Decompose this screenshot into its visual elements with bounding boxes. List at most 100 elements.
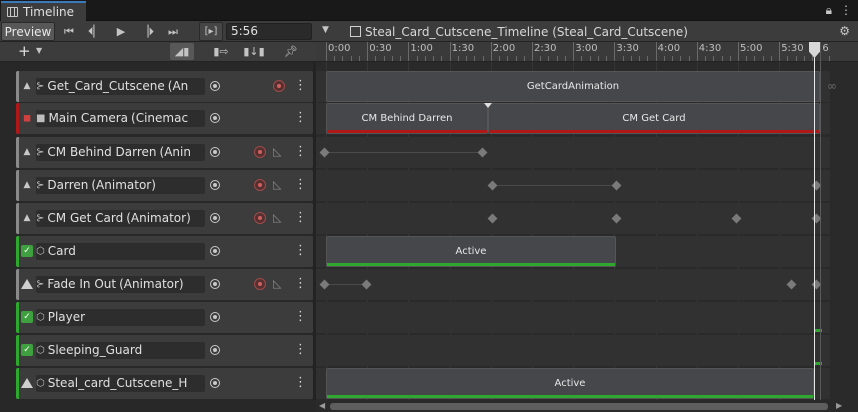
cinemachine-icon[interactable]: ◼ bbox=[20, 111, 34, 125]
track-menu-icon[interactable]: ⋮ bbox=[294, 144, 307, 160]
track-header[interactable]: ✓ ⬡ Sleeping_Guard ⋮ bbox=[16, 335, 313, 366]
lock-icon[interactable]: 🔒︎ bbox=[826, 3, 832, 18]
ruler-tick-label: 4:00 bbox=[657, 43, 681, 54]
pin-icon[interactable]: 📌︎ bbox=[279, 43, 303, 60]
scroll-left-icon[interactable]: ◀ bbox=[319, 401, 325, 410]
animation-track-icon[interactable]: ▲ bbox=[20, 145, 34, 159]
curves-icon[interactable]: ◺ bbox=[273, 146, 285, 158]
record-icon[interactable] bbox=[254, 146, 266, 158]
track-lane[interactable] bbox=[316, 269, 830, 300]
activation-clip[interactable]: Active bbox=[326, 236, 616, 267]
track-enabled-checkbox[interactable]: ✓ bbox=[20, 244, 34, 258]
track-header[interactable]: ▲ ⊱ CM Get Card (Animator) ◺ ⋮ bbox=[16, 203, 313, 234]
horizontal-scrollbar[interactable]: ◀ ▶ bbox=[316, 400, 858, 412]
track-lane[interactable] bbox=[316, 203, 830, 234]
binding-object-icon: ⬡ bbox=[36, 345, 45, 356]
object-picker-icon[interactable] bbox=[210, 279, 220, 289]
animation-track-icon[interactable]: ▲ bbox=[20, 178, 34, 192]
record-icon[interactable] bbox=[254, 278, 266, 290]
track-lane[interactable] bbox=[316, 335, 830, 366]
track-header[interactable]: ▲ ⊱ CM Behind Darren (Anin ◺ ⋮ bbox=[16, 137, 313, 168]
time-ruler[interactable]: 0:00 0:30 1:00 1:30 2:00 2:30 3:00 3:30 4:00 4:30… bbox=[316, 42, 830, 62]
timeline-clip-area[interactable]: GetCardAnimation CM Behind Darren CM Get C… bbox=[316, 62, 830, 400]
record-icon[interactable] bbox=[273, 80, 285, 92]
timeline-asset-selector[interactable]: Steal_Card_Cutscene_Timeline (Steal_Card… bbox=[350, 22, 688, 41]
track-header[interactable]: ✓ ⬡ Card ⋮ bbox=[16, 236, 313, 267]
object-picker-icon[interactable] bbox=[210, 345, 220, 355]
track-menu-icon[interactable]: ⋮ bbox=[294, 342, 307, 358]
curves-icon[interactable]: ◺ bbox=[273, 278, 285, 290]
asset-dropdown-icon[interactable]: ▼ bbox=[322, 25, 329, 35]
record-icon[interactable] bbox=[254, 212, 266, 224]
cinemachine-clip[interactable]: CM Behind Darren bbox=[326, 103, 488, 134]
track-menu-icon[interactable]: ⋮ bbox=[294, 276, 307, 292]
ripple-mode-icon[interactable]: ▮⇨ bbox=[209, 43, 233, 60]
animation-track-icon[interactable]: ▲ bbox=[20, 211, 34, 225]
ruler-minor-tick bbox=[729, 56, 731, 61]
playhead-line[interactable] bbox=[814, 42, 815, 400]
object-picker-icon[interactable] bbox=[210, 147, 220, 157]
scrollbar-thumb[interactable] bbox=[330, 403, 828, 410]
track-lane[interactable] bbox=[316, 302, 830, 333]
go-to-start-icon[interactable]: ⏮ bbox=[57, 22, 81, 41]
clip-status-bar bbox=[327, 263, 615, 266]
previous-frame-icon[interactable]: ⏴▏ bbox=[83, 22, 107, 41]
object-picker-icon[interactable] bbox=[210, 312, 220, 322]
track-header[interactable]: ⊱ Fade In Out (Animator) ◺ ⋮ bbox=[16, 269, 313, 300]
track-header[interactable]: ✓ ⬡ Player ⋮ bbox=[16, 302, 313, 333]
track-header[interactable]: ◼ ■ Main Camera (Cinemac ⋮ bbox=[16, 103, 313, 134]
object-picker-icon[interactable] bbox=[210, 246, 220, 256]
track-color-stripe bbox=[16, 269, 19, 300]
object-picker-icon[interactable] bbox=[210, 180, 220, 190]
object-picker-icon[interactable] bbox=[210, 213, 220, 223]
object-picker-icon[interactable] bbox=[210, 378, 220, 388]
current-time-field[interactable]: 5:56 bbox=[226, 23, 312, 40]
ruler-major-tick bbox=[614, 42, 616, 61]
track-header[interactable]: ▲ ⊱ Darren (Animator) ◺ ⋮ bbox=[16, 170, 313, 201]
cinemachine-clip[interactable]: CM Get Card bbox=[488, 103, 820, 134]
track-menu-icon[interactable]: ⋮ bbox=[294, 177, 307, 193]
animation-track-icon[interactable] bbox=[20, 376, 34, 390]
track-enabled-checkbox[interactable]: ✓ bbox=[20, 310, 34, 324]
curves-icon[interactable]: ◺ bbox=[273, 179, 285, 191]
add-track-button[interactable]: + bbox=[18, 43, 31, 60]
object-picker-icon[interactable] bbox=[210, 81, 220, 91]
record-icon[interactable] bbox=[254, 179, 266, 191]
ruler-minor-tick bbox=[457, 56, 459, 61]
preview-button[interactable]: Preview bbox=[1, 22, 55, 41]
ruler-major-tick bbox=[490, 42, 492, 61]
gear-icon[interactable]: ⚙ bbox=[839, 24, 850, 38]
track-menu-icon[interactable]: ⋮ bbox=[294, 243, 307, 259]
track-menu-icon[interactable]: ⋮ bbox=[294, 110, 307, 126]
activation-clip[interactable]: Active bbox=[326, 368, 814, 399]
ruler-minor-tick bbox=[647, 56, 649, 61]
animation-clip[interactable]: GetCardAnimation bbox=[326, 71, 820, 102]
keyframe-line bbox=[492, 185, 616, 186]
track-menu-icon[interactable]: ⋮ bbox=[294, 309, 307, 325]
ruler-minor-tick bbox=[424, 56, 426, 61]
track-header[interactable]: ⬡ Steal_card_Cutscene_H ⋮ bbox=[16, 368, 313, 399]
track-menu-icon[interactable]: ⋮ bbox=[294, 78, 307, 94]
track-enabled-checkbox[interactable]: ✓ bbox=[20, 343, 34, 357]
ruler-minor-tick bbox=[400, 56, 402, 61]
play-icon[interactable]: ▶ bbox=[109, 22, 133, 41]
chevron-down-icon[interactable]: ▼ bbox=[36, 46, 42, 55]
curves-icon[interactable]: ◺ bbox=[273, 212, 285, 224]
replace-mode-icon[interactable]: ▮↓▮ bbox=[242, 43, 266, 60]
next-frame-icon[interactable]: ▕⏵ bbox=[135, 22, 159, 41]
track-menu-icon[interactable]: ⋮ bbox=[294, 210, 307, 226]
track-header[interactable]: ▲ ⊱ Get_Card_Cutscene (An ⋮ bbox=[16, 71, 313, 102]
ruler-tick-label: 5:00 bbox=[740, 43, 763, 54]
track-binding-type: (Animator) bbox=[91, 178, 156, 192]
clip-edit-mode-icon[interactable]: ◢▮ bbox=[170, 43, 194, 60]
timeline-tab[interactable]: Timeline bbox=[1, 1, 86, 21]
animation-track-icon[interactable]: ▲ bbox=[20, 79, 34, 93]
object-picker-icon[interactable] bbox=[210, 113, 220, 123]
animation-track-icon[interactable] bbox=[20, 277, 34, 291]
track-menu-icon[interactable]: ⋮ bbox=[294, 375, 307, 391]
scroll-right-icon[interactable]: ▶ bbox=[836, 401, 842, 410]
panel-splitter[interactable] bbox=[313, 62, 316, 412]
kebab-menu-icon[interactable]: ⋮ bbox=[840, 3, 852, 18]
play-range-button[interactable]: [▸] bbox=[199, 22, 223, 41]
go-to-end-icon[interactable]: ⏭ bbox=[161, 22, 185, 41]
